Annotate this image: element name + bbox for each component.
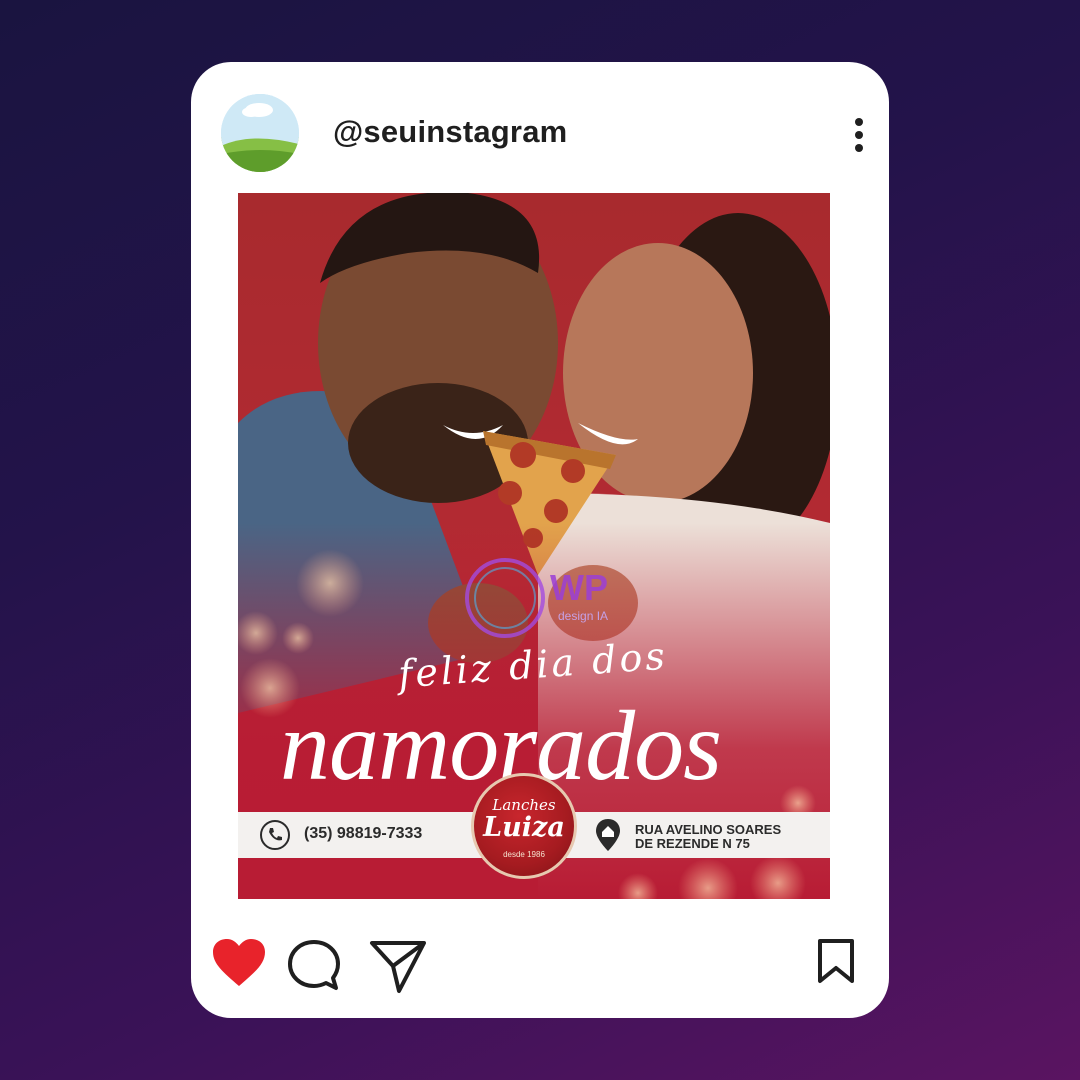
address-line-2: DE REZENDE N 75 [635, 836, 750, 851]
watermark-circle-icon [465, 558, 545, 638]
post-actions [191, 932, 889, 1002]
bookmark-icon[interactable] [817, 938, 855, 989]
phone-number: (35) 98819-7333 [304, 825, 423, 842]
landscape-avatar-icon [221, 94, 299, 172]
logo-main-text: Luiza [483, 812, 565, 843]
profile-username[interactable]: @seuinstagram [333, 114, 567, 150]
phone-icon [260, 820, 290, 850]
address: RUA AVELINO SOARES DE REZENDE N 75 [635, 823, 781, 851]
profile-avatar[interactable] [221, 94, 299, 172]
instagram-post-card: @seuinstagram WP design IA feliz dia dos… [191, 62, 889, 1018]
watermark-brand: WP [550, 567, 608, 608]
watermark-sub: design IA [558, 609, 609, 623]
heart-icon[interactable] [211, 938, 267, 993]
logo-sub-text: desde 1986 [503, 850, 545, 859]
restaurant-logo: Lanches Luiza desde 1986 [471, 773, 577, 879]
post-image: WP design IA feliz dia dos namorados (35… [238, 193, 830, 899]
address-line-1: RUA AVELINO SOARES [635, 822, 782, 837]
more-vertical-icon[interactable] [853, 118, 865, 152]
watermark-logo: WP design IA [460, 553, 630, 643]
comment-icon[interactable] [286, 938, 342, 999]
location-pin-icon [594, 817, 622, 853]
send-icon[interactable] [369, 938, 427, 999]
